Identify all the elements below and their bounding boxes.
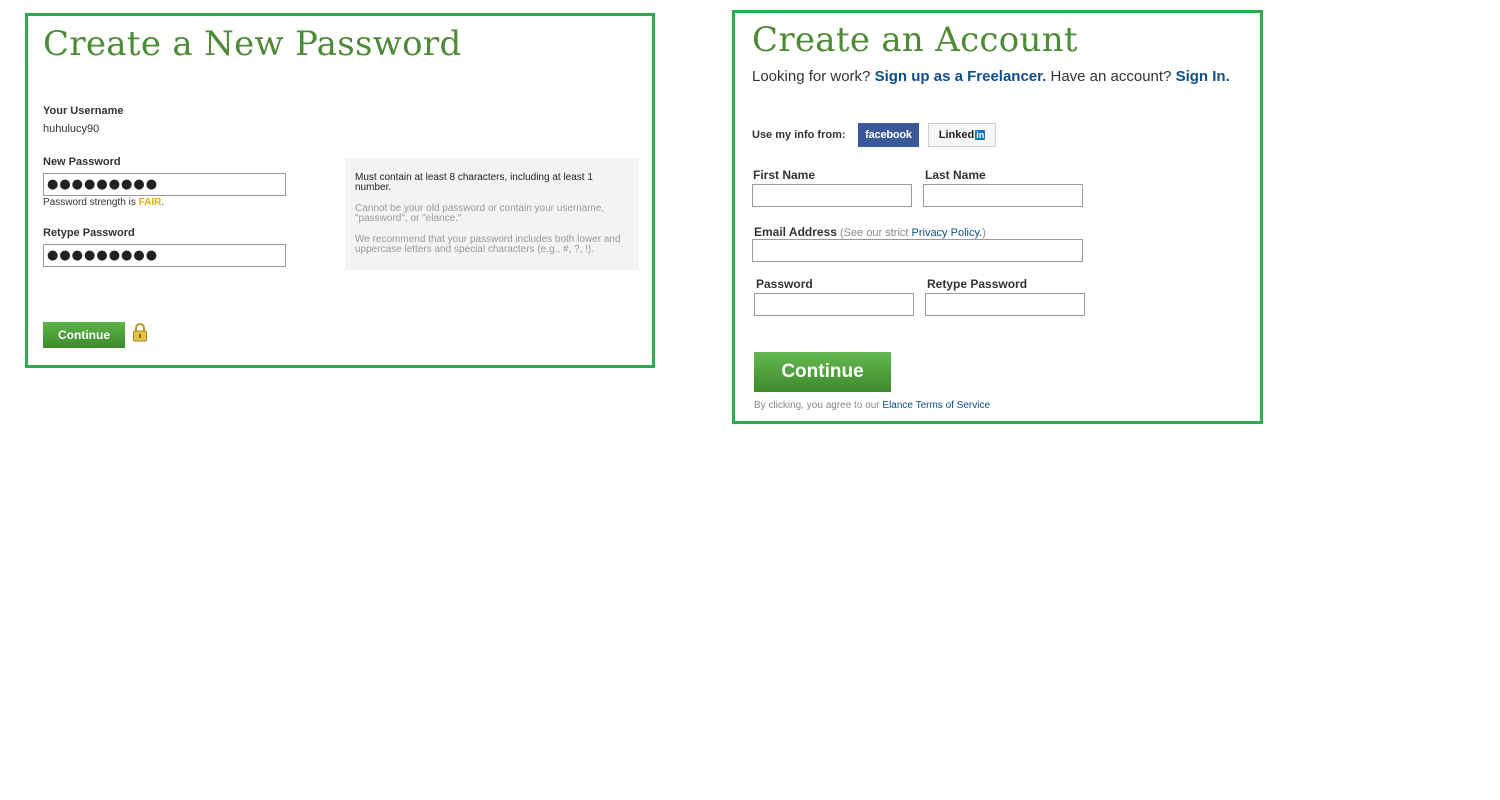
strength-suffix: . (161, 197, 165, 208)
email-label: Email Address (754, 225, 837, 239)
username-label: Your Username (43, 105, 124, 117)
new-password-input[interactable] (43, 173, 286, 196)
have-account-text: Have an account? (1046, 68, 1176, 85)
facebook-label: facebook (865, 129, 912, 141)
strength-prefix: Password strength is (43, 197, 139, 208)
last-name-input[interactable] (923, 184, 1083, 207)
last-name-label: Last Name (925, 168, 986, 182)
signup-retype-input[interactable] (925, 293, 1085, 316)
create-account-panel: Create an Account Looking for work? Sign… (732, 10, 1263, 424)
signup-title: Create an Account (752, 20, 1078, 60)
page-title: Create a New Password (43, 24, 462, 64)
signup-subheading: Looking for work? Sign up as a Freelance… (752, 68, 1230, 85)
email-input[interactable] (752, 239, 1083, 262)
first-name-input[interactable] (752, 184, 912, 207)
facebook-button[interactable]: facebook (858, 123, 919, 147)
strength-value: FAIR (138, 197, 162, 208)
email-note-prefix: (See our strict (836, 227, 912, 239)
sign-in-link[interactable]: Sign In. (1176, 68, 1230, 85)
use-info-label: Use my info from: (752, 129, 846, 141)
username-value: huhulucy90 (43, 123, 100, 135)
requirement-recommendation: We recommend that your password includes… (355, 234, 621, 255)
email-note-suffix: ) (982, 227, 986, 239)
requirement-length: Must contain at least 8 characters, incl… (355, 172, 593, 193)
retype-password-label: Retype Password (43, 227, 135, 239)
signup-continue-button[interactable]: Continue (754, 352, 891, 392)
signup-retype-label: Retype Password (927, 277, 1028, 291)
password-strength: Password strength is FAIR. (43, 197, 164, 208)
looking-text: Looking for work? (752, 68, 875, 85)
retype-password-input[interactable] (43, 244, 286, 267)
new-password-label: New Password (43, 156, 121, 168)
privacy-policy-link[interactable]: Privacy Policy. (912, 227, 983, 239)
password-label: Password (756, 277, 813, 291)
freelancer-signup-link[interactable]: Sign up as a Freelancer. (875, 68, 1047, 85)
password-requirements: Must contain at least 8 characters, incl… (345, 158, 639, 270)
terms-notice: By clicking, you agree to our Elance Ter… (754, 400, 990, 411)
terms-prefix: By clicking, you agree to our (754, 400, 883, 411)
linkedin-label: Linked (938, 129, 975, 141)
create-password-panel: Create a New Password Your Username huhu… (25, 13, 655, 368)
requirement-not-username: Cannot be your old password or contain y… (355, 203, 605, 224)
first-name-label: First Name (753, 168, 816, 182)
password-input[interactable] (754, 293, 914, 316)
linkedin-in-icon: in (975, 130, 986, 140)
terms-of-service-link[interactable]: Elance Terms of Service (882, 400, 990, 411)
linkedin-button[interactable]: Linked in (928, 123, 996, 147)
continue-button[interactable]: Continue (43, 322, 125, 348)
lock-icon (132, 322, 148, 342)
